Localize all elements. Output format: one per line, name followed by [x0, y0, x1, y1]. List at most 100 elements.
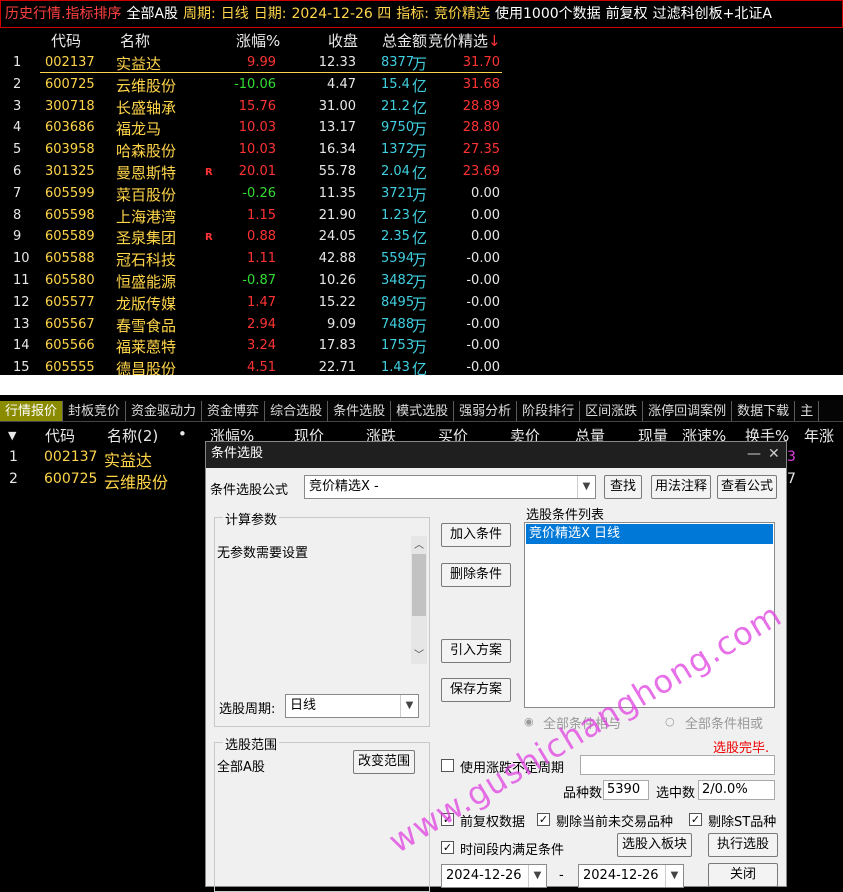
row-index: 9: [13, 229, 22, 245]
row-index: 14: [13, 338, 30, 354]
col-header-amount[interactable]: 总金额: [382, 30, 427, 51]
quote-header-code[interactable]: 代码: [45, 425, 75, 446]
table-row[interactable]: 9 605589 圣泉集团 R 0.88 24.05 2.35 亿 0.00: [0, 226, 843, 248]
radio-or-icon[interactable]: ○: [665, 715, 675, 728]
tab-item[interactable]: 涨停回调案例: [643, 401, 733, 421]
close-value: 9.09: [327, 316, 356, 332]
usage-notes-button[interactable]: 用法注释: [651, 475, 711, 499]
tab-item[interactable]: 封板竞价: [63, 401, 127, 421]
stock-name: 曼恩斯特: [116, 164, 177, 182]
table-row[interactable]: 1 002137 实益达 9.99 12.33 8377 万 31.70: [0, 52, 843, 74]
tab-item[interactable]: 主: [795, 401, 820, 421]
table-row[interactable]: 2 600725 云维股份 -10.06 4.47 15.4 亿 31.68: [0, 74, 843, 96]
scroll-up-icon[interactable]: ︿: [411, 536, 427, 552]
tab-item[interactable]: 阶段排行: [517, 401, 581, 421]
dialog-title-bar[interactable]: 条件选股 — ✕: [206, 442, 786, 468]
formula-select[interactable]: 竞价精选X - ▼: [304, 475, 596, 499]
close-value: 16.34: [318, 142, 356, 158]
to-block-button[interactable]: 选股入板块: [617, 833, 692, 857]
rzrq-flag: R: [205, 232, 213, 244]
col-header-name[interactable]: 名称: [120, 30, 150, 51]
scroll-down-icon[interactable]: ﹀: [411, 646, 427, 662]
condition-list-item[interactable]: 竞价精选X 日线: [526, 524, 773, 544]
date-to-picker[interactable]: 2024-12-26 ▼: [578, 864, 684, 888]
stock-code: 605567: [45, 316, 95, 332]
table-row[interactable]: 13 605567 春雪食品 2.94 9.09 7488 万 -0.00: [0, 314, 843, 336]
radio-or-label[interactable]: 全部条件相或: [685, 713, 763, 732]
quote-header-dot: •: [178, 425, 187, 443]
table-row[interactable]: 3 300718 长盛轴承 15.76 31.00 21.2 亿 28.89: [0, 96, 843, 118]
date-from-picker[interactable]: 2024-12-26 ▼: [441, 864, 547, 888]
history-ranking-panel: 历史行情.指标排序 全部A股 周期: 日线 日期: 2024-12-26 四指标: 竞价精选…: [0, 0, 843, 378]
tab-item[interactable]: 行情报价: [0, 401, 64, 421]
quote-row[interactable]: 1 002137 实益达: [0, 447, 205, 470]
save-plan-button[interactable]: 保存方案: [441, 678, 511, 702]
find-button[interactable]: 查找: [604, 475, 642, 499]
stock-code: 605598: [45, 207, 95, 223]
tab-item[interactable]: 综合选股: [265, 401, 329, 421]
quote-header-name[interactable]: 名称(2): [107, 425, 158, 446]
untraded-checkbox[interactable]: ✓: [537, 813, 550, 826]
add-condition-button[interactable]: 加入条件: [441, 523, 511, 547]
close-dialog-button[interactable]: 关闭: [708, 863, 778, 887]
tab-item[interactable]: 区间涨跌: [580, 401, 644, 421]
table-row[interactable]: 12 605577 龙版传媒 1.47 15.22 8495 万 -0.00: [0, 292, 843, 314]
change-scope-button[interactable]: 改变范围: [353, 750, 415, 774]
scroll-thumb[interactable]: [412, 554, 426, 616]
tab-item[interactable]: 模式选股: [391, 401, 455, 421]
row-index: 3: [13, 98, 22, 114]
col-header-code[interactable]: 代码: [51, 30, 81, 51]
table-row[interactable]: 14 605566 福莱蒽特 3.24 17.83 1753 万 -0.00: [0, 335, 843, 357]
tab-item[interactable]: 数据下载: [732, 401, 796, 421]
quote-row[interactable]: 2 600725 云维股份: [0, 469, 205, 492]
minimize-icon[interactable]: —: [747, 442, 761, 466]
tab-item[interactable]: 资金驱动力: [126, 401, 203, 421]
params-scrollbar[interactable]: ︿ ﹀: [411, 536, 427, 664]
range-checkbox[interactable]: ✓: [441, 841, 454, 854]
col-header-change[interactable]: 涨幅%: [236, 30, 280, 51]
import-plan-button[interactable]: 引入方案: [441, 639, 511, 663]
row-index: 10: [13, 251, 30, 267]
condition-list-title: 选股条件列表: [526, 508, 605, 523]
tab-item[interactable]: 强弱分析: [454, 401, 518, 421]
run-select-button[interactable]: 执行选股: [708, 833, 778, 857]
close-icon[interactable]: ✕: [768, 442, 780, 466]
table-row[interactable]: 8 605598 上海港湾 1.15 21.90 1.23 亿 0.00: [0, 205, 843, 227]
period-select[interactable]: 日线 ▼: [285, 694, 419, 718]
amount-unit: 万: [412, 251, 428, 270]
close-value: 10.26: [318, 273, 356, 288]
table-row[interactable]: 6 301325 曼恩斯特 R 20.01 55.78 2.04 亿 23.69: [0, 161, 843, 183]
table-row[interactable]: 4 603686 福龙马 10.03 13.17 9750 万 28.80: [0, 117, 843, 139]
delete-condition-button[interactable]: 删除条件: [441, 563, 511, 587]
table-row[interactable]: 5 603958 哈森股份 10.03 16.34 1372 万 27.35: [0, 139, 843, 161]
stock-code: 300718: [45, 98, 95, 114]
col-header-indicator[interactable]: 竞价精选↓: [428, 30, 501, 51]
unfixed-period-checkbox[interactable]: [441, 759, 454, 772]
close-value: 15.22: [318, 294, 356, 310]
stock-name: 长盛轴承: [116, 98, 177, 117]
sort-arrow-icon[interactable]: ▼: [8, 429, 16, 442]
table-row[interactable]: 10 605588 冠石科技 1.11 42.88 5594 万 -0.00: [0, 248, 843, 270]
untraded-label: 剔除当前未交易品种: [556, 815, 674, 830]
row-index: 7: [13, 185, 22, 201]
table-row[interactable]: 7 605599 菜百股份 -0.26 11.35 3721 万 0.00: [0, 183, 843, 205]
indicator-value: 31.68: [462, 76, 500, 92]
stock-code: 605588: [45, 251, 95, 267]
stock-code: 605555: [45, 360, 95, 376]
quote-header-year-change[interactable]: 年涨: [804, 425, 834, 446]
tab-item[interactable]: 条件选股: [328, 401, 392, 421]
indicator-value: -0.00: [466, 251, 500, 267]
table-row[interactable]: 11 605580 恒盛能源 -0.87 10.26 3482 万 -0.00: [0, 270, 843, 292]
tab-item[interactable]: 资金博弈: [202, 401, 266, 421]
radio-and-icon[interactable]: ◉: [524, 715, 534, 728]
st-checkbox[interactable]: ✓: [689, 813, 702, 826]
amount-unit: 亿: [412, 207, 428, 226]
col-header-close[interactable]: 收盘: [328, 30, 358, 51]
row-index: 13: [13, 316, 30, 332]
indicator-value: -0.00: [466, 273, 500, 288]
view-formula-button[interactable]: 查看公式: [717, 475, 777, 499]
row-index: 2: [13, 76, 22, 92]
close-value: 55.78: [318, 164, 356, 179]
scope-value: 全部A股: [217, 760, 265, 775]
range-label: 时间段内满足条件: [460, 843, 565, 858]
